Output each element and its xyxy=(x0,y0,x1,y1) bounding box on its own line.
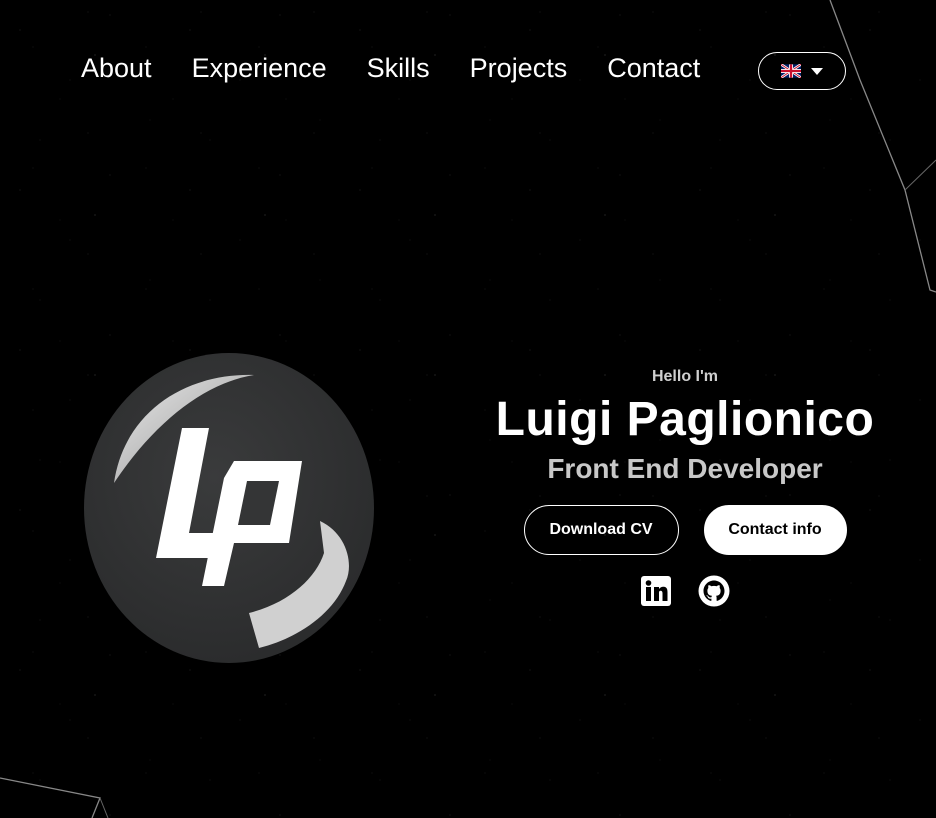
main-nav: About Experience Skills Projects Contact xyxy=(81,48,740,88)
caret-down-icon xyxy=(811,67,823,75)
social-links xyxy=(470,575,900,607)
hero-role: Front End Developer xyxy=(547,453,823,484)
github-icon[interactable] xyxy=(698,575,730,607)
uk-flag-icon xyxy=(781,64,801,78)
nav-experience[interactable]: Experience xyxy=(192,48,327,88)
lp-logo xyxy=(84,353,374,663)
greeting-text: Hello I'm xyxy=(651,368,719,385)
nav-contact[interactable]: Contact xyxy=(607,48,700,88)
hero-section: Hello I'm Luigi Paglionico Front End Dev… xyxy=(470,368,900,607)
hero-name: Luigi Paglionico xyxy=(495,393,875,446)
nav-skills[interactable]: Skills xyxy=(367,48,430,88)
contact-info-button[interactable]: Contact info xyxy=(703,505,847,555)
linkedin-icon[interactable] xyxy=(640,575,672,607)
hero-buttons: Download CV Contact info xyxy=(470,505,900,555)
download-cv-button[interactable]: Download CV xyxy=(523,505,679,555)
nav-about[interactable]: About xyxy=(81,48,152,88)
nav-projects[interactable]: Projects xyxy=(470,48,568,88)
language-selector[interactable] xyxy=(758,52,846,90)
